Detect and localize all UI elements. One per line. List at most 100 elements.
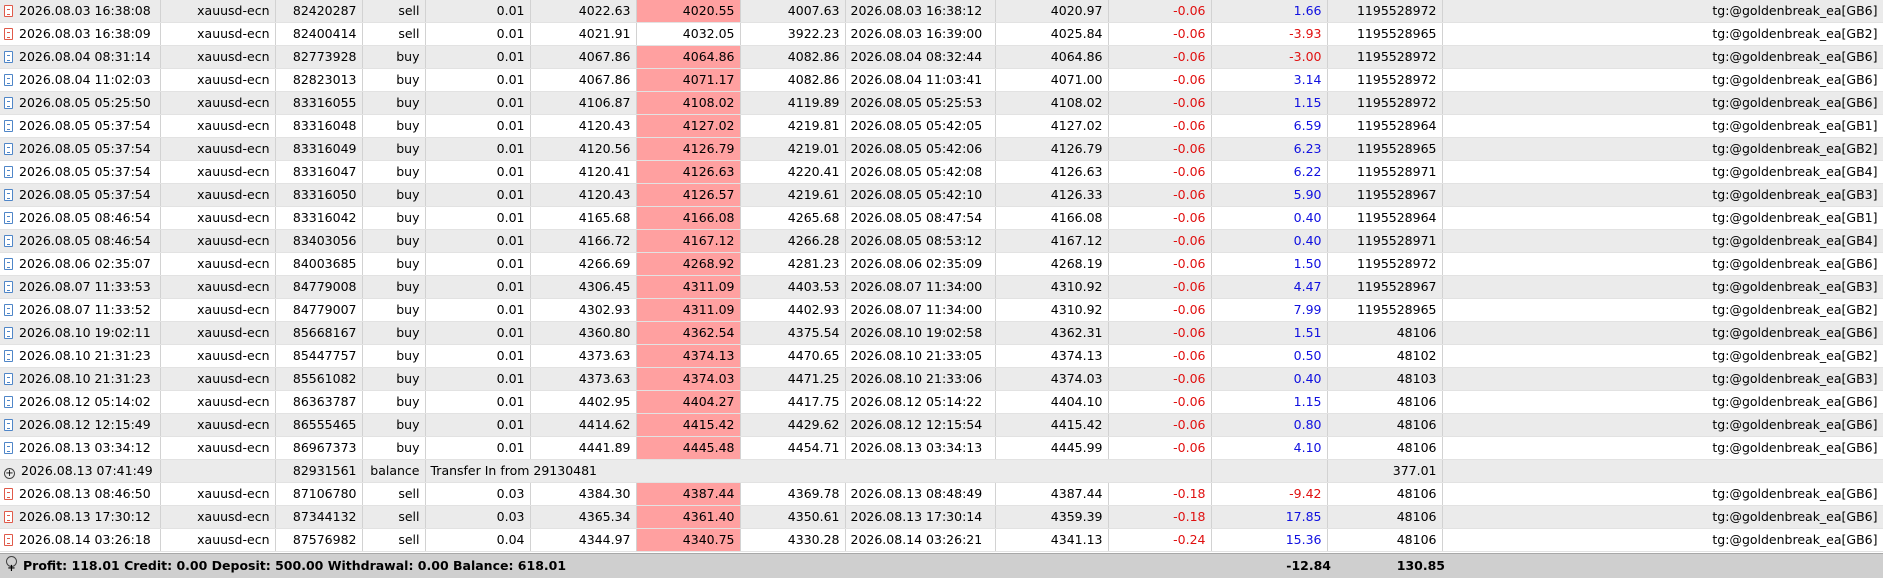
symbol: xauusd-ecn	[160, 183, 276, 207]
stop-loss: 4387.44	[636, 482, 741, 506]
profit: 6.23	[1211, 137, 1328, 161]
swap	[1211, 459, 1328, 483]
open-time-text: 2026.08.12 12:15:49	[19, 417, 151, 432]
open-price: 4344.97	[530, 528, 637, 552]
table-row[interactable]: 2026.08.10 19:02:11 xauusd-ecn 85668167 buy…	[0, 321, 1883, 345]
comment: tg:@goldenbreak_ea[GB3]	[1442, 275, 1883, 299]
profit: 0.50	[1211, 344, 1328, 368]
close-price: 4359.39	[995, 505, 1109, 529]
comment: tg:@goldenbreak_ea[GB1]	[1442, 206, 1883, 230]
table-row[interactable]: 2026.08.13 03:34:12 xauusd-ecn 86967373 buy…	[0, 436, 1883, 460]
close-price: 4310.92	[995, 298, 1109, 322]
table-row[interactable]: 2026.08.10 21:31:23 xauusd-ecn 85447757 buy…	[0, 344, 1883, 368]
open-price: 4373.63	[530, 367, 637, 391]
open-time-text: 2026.08.05 08:46:54	[19, 233, 151, 248]
open-time-text: 2026.08.05 05:37:54	[19, 164, 151, 179]
open-price: 4120.43	[530, 114, 637, 138]
close-time: 2026.08.12 12:15:54	[845, 413, 996, 437]
table-row[interactable]: 2026.08.12 05:14:02 xauusd-ecn 86363787 buy…	[0, 390, 1883, 414]
table-row[interactable]: 2026.08.05 08:46:54 xauusd-ecn 83316042 buy…	[0, 206, 1883, 230]
symbol: xauusd-ecn	[160, 528, 276, 552]
table-row[interactable]: 2026.08.12 12:15:49 xauusd-ecn 86555465 buy…	[0, 413, 1883, 437]
symbol: xauusd-ecn	[160, 229, 276, 253]
take-profit: 4119.89	[740, 91, 846, 115]
table-row[interactable]: 2026.08.13 17:30:12 xauusd-ecn 87344132 sel…	[0, 505, 1883, 529]
table-row[interactable]: 2026.08.06 02:35:07 xauusd-ecn 84003685 buy…	[0, 252, 1883, 276]
open-time-text: 2026.08.05 05:37:54	[19, 118, 151, 133]
type: buy	[362, 206, 426, 230]
table-row[interactable]: 2026.08.05 08:46:54 xauusd-ecn 83403056 buy…	[0, 229, 1883, 253]
comment: tg:@goldenbreak_ea[GB3]	[1442, 183, 1883, 207]
ticket: 82400414	[275, 22, 363, 46]
swap: -0.06	[1108, 91, 1212, 115]
type: buy	[362, 390, 426, 414]
profit: 1.50	[1211, 252, 1328, 276]
symbol: xauusd-ecn	[160, 45, 276, 69]
open-time: 2026.08.13 08:46:50	[0, 482, 161, 506]
ticket: 82931561	[275, 459, 363, 483]
stop-loss: 4404.27	[636, 390, 741, 414]
take-profit: 4470.65	[740, 344, 846, 368]
take-profit: 4007.63	[740, 0, 846, 23]
close-price: 4071.00	[995, 68, 1109, 92]
sell-deal-icon	[4, 488, 13, 500]
take-profit: 4402.93	[740, 298, 846, 322]
buy-deal-icon	[4, 166, 13, 178]
open-time: 2026.08.04 08:31:14	[0, 45, 161, 69]
table-row[interactable]: 2026.08.05 05:37:54 xauusd-ecn 83316048 buy…	[0, 114, 1883, 138]
table-row[interactable]: 2026.08.04 08:31:14 xauusd-ecn 82773928 buy…	[0, 45, 1883, 69]
table-row[interactable]: 2026.08.05 05:37:54 xauusd-ecn 83316049 buy…	[0, 137, 1883, 161]
table-row[interactable]: 2026.08.03 16:38:09 xauusd-ecn 82400414 sel…	[0, 22, 1883, 46]
type: buy	[362, 252, 426, 276]
table-row[interactable]: 2026.08.13 08:46:50 xauusd-ecn 87106780 sel…	[0, 482, 1883, 506]
table-row[interactable]: 2026.08.14 03:26:18 xauusd-ecn 87576982 sel…	[0, 528, 1883, 552]
table-row[interactable]: 2026.08.05 05:25:50 xauusd-ecn 83316055 buy…	[0, 91, 1883, 115]
type: buy	[362, 91, 426, 115]
swap: -0.06	[1108, 183, 1212, 207]
comment: tg:@goldenbreak_ea[GB6]	[1442, 91, 1883, 115]
open-time: 2026.08.04 11:02:03	[0, 68, 161, 92]
open-price: 4402.95	[530, 390, 637, 414]
volume: 0.01	[425, 390, 531, 414]
history-table: 2026.08.03 16:38:08 xauusd-ecn 82420287 sel…	[0, 0, 1883, 552]
volume: 0.01	[425, 252, 531, 276]
comment: tg:@goldenbreak_ea[GB6]	[1442, 321, 1883, 345]
magic: 48106	[1327, 505, 1443, 529]
type: buy	[362, 344, 426, 368]
open-time-text: 2026.08.03 16:38:08	[19, 3, 151, 18]
profit: 377.01	[1327, 459, 1443, 483]
table-row[interactable]: 2026.08.03 16:38:08 xauusd-ecn 82420287 sel…	[0, 0, 1883, 23]
balance-row[interactable]: +2026.08.13 07:41:49 82931561 balance Trans…	[0, 459, 1883, 483]
open-time-text: 2026.08.04 11:02:03	[19, 72, 151, 87]
table-row[interactable]: 2026.08.07 11:33:52 xauusd-ecn 84779007 buy…	[0, 298, 1883, 322]
expand-icon[interactable]: +	[6, 556, 17, 574]
open-time-text: 2026.08.14 03:26:18	[19, 532, 151, 547]
swap: -0.18	[1108, 482, 1212, 506]
table-row[interactable]: 2026.08.05 05:37:54 xauusd-ecn 83316050 buy…	[0, 183, 1883, 207]
open-price: 4360.80	[530, 321, 637, 345]
stop-loss: 4108.02	[636, 91, 741, 115]
open-price: 4384.30	[530, 482, 637, 506]
swap: -0.06	[1108, 413, 1212, 437]
table-row[interactable]: 2026.08.05 05:37:54 xauusd-ecn 83316047 buy…	[0, 160, 1883, 184]
ticket: 84779007	[275, 298, 363, 322]
open-time-text: 2026.08.10 21:31:23	[19, 371, 151, 386]
take-profit: 4082.86	[740, 68, 846, 92]
open-time: 2026.08.05 08:46:54	[0, 206, 161, 230]
table-row[interactable]: 2026.08.07 11:33:53 xauusd-ecn 84779008 buy…	[0, 275, 1883, 299]
close-price: 4268.19	[995, 252, 1109, 276]
volume: 0.01	[425, 137, 531, 161]
volume: 0.01	[425, 229, 531, 253]
buy-deal-icon	[4, 258, 13, 270]
volume: 0.01	[425, 0, 531, 23]
table-row[interactable]: 2026.08.10 21:31:23 xauusd-ecn 85561082 buy…	[0, 367, 1883, 391]
take-profit: 4082.86	[740, 45, 846, 69]
swap: -0.06	[1108, 298, 1212, 322]
open-time: 2026.08.10 21:31:23	[0, 367, 161, 391]
table-row[interactable]: 2026.08.04 11:02:03 xauusd-ecn 82823013 buy…	[0, 68, 1883, 92]
stop-loss: 4127.02	[636, 114, 741, 138]
take-profit: 4417.75	[740, 390, 846, 414]
plus-circle-icon: +	[4, 468, 15, 479]
close-price: 4127.02	[995, 114, 1109, 138]
profit: 0.80	[1211, 413, 1328, 437]
